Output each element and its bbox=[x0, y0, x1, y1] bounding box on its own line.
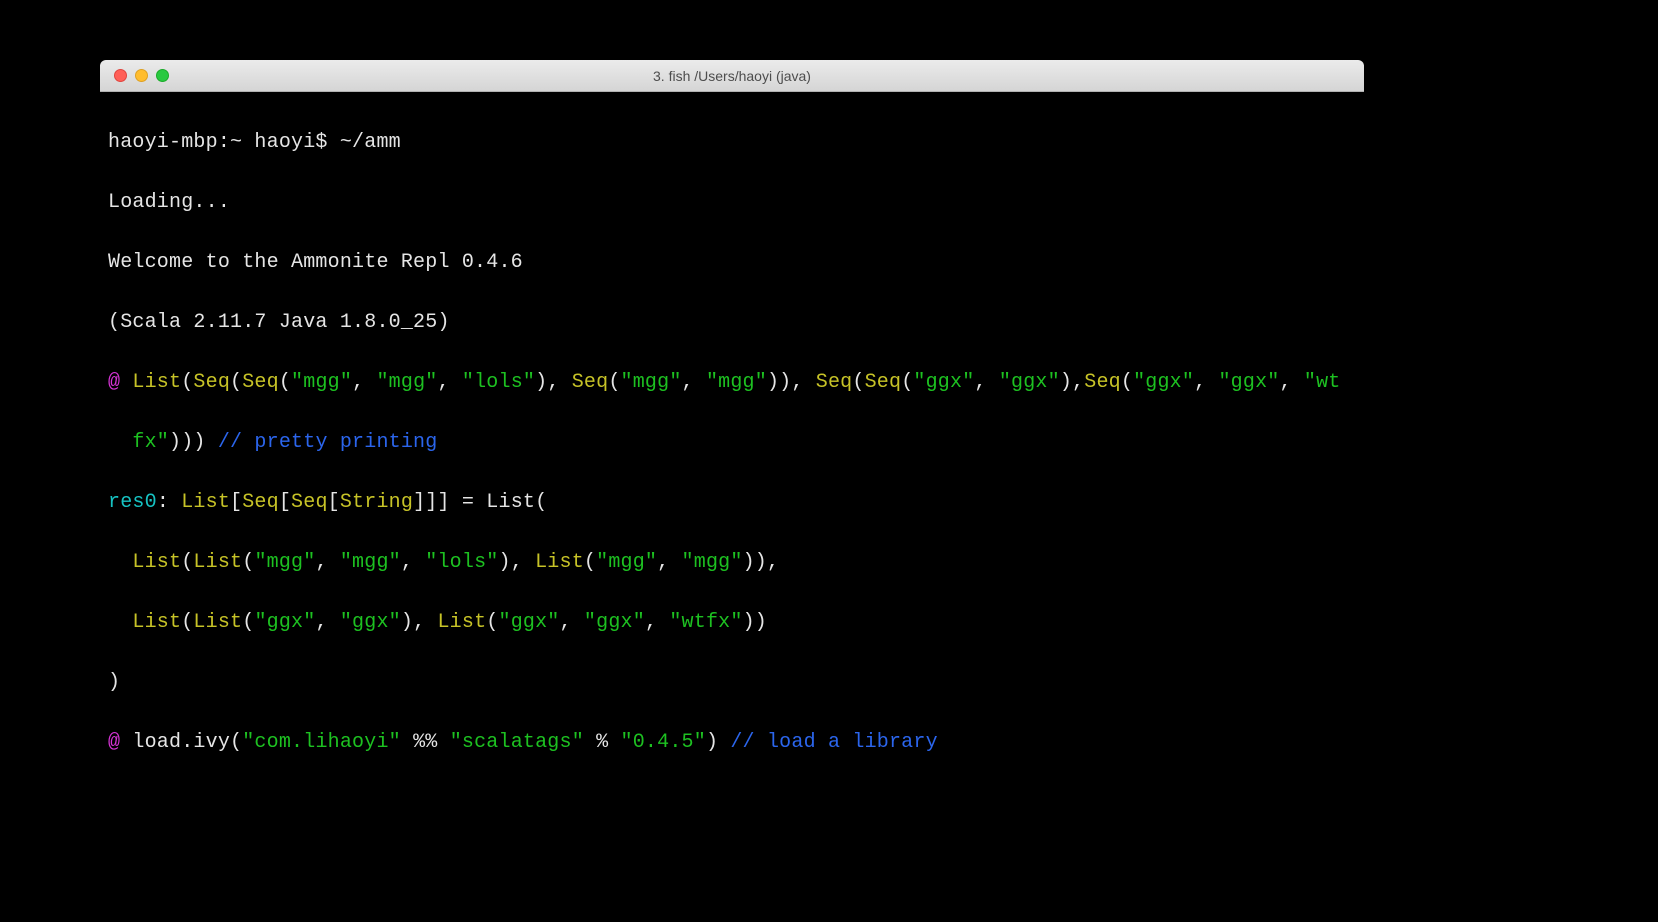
window-title-bar: 3. fish /Users/haoyi (java) bbox=[100, 60, 1364, 92]
comment-pretty: // pretty printing bbox=[206, 431, 438, 454]
shell-command: ~/amm bbox=[340, 131, 401, 154]
version-text: (Scala 2.11.7 Java 1.8.0_25) bbox=[108, 308, 1356, 338]
terminal-body[interactable]: haoyi-mbp:~ haoyi$ ~/amm Loading... Welc… bbox=[100, 92, 1364, 824]
res0-close: ) bbox=[108, 668, 1356, 698]
res0-row-2: List(List("ggx", "ggx"), List("ggx", "gg… bbox=[108, 608, 1356, 638]
shell-prompt-line: haoyi-mbp:~ haoyi$ ~/amm bbox=[108, 128, 1356, 158]
prompt-symbol: @ bbox=[108, 371, 132, 394]
input-line-1-cont: fx"))) // pretty printing bbox=[108, 428, 1356, 458]
res0-row-1: List(List("mgg", "mgg", "lols"), List("m… bbox=[108, 548, 1356, 578]
input-line-1: @ List(Seq(Seq("mgg", "mgg", "lols"), Se… bbox=[108, 368, 1356, 398]
loading-text: Loading... bbox=[108, 188, 1356, 218]
traffic-lights bbox=[100, 69, 169, 82]
close-icon[interactable] bbox=[114, 69, 127, 82]
window-title: 3. fish /Users/haoyi (java) bbox=[100, 68, 1364, 84]
maximize-icon[interactable] bbox=[156, 69, 169, 82]
shell-prompt: haoyi-mbp:~ haoyi$ bbox=[108, 131, 340, 154]
blank-line bbox=[108, 788, 1356, 818]
res0-header: res0: List[Seq[Seq[String]]] = List( bbox=[108, 488, 1356, 518]
prompt-symbol: @ bbox=[108, 731, 132, 754]
input-line-2: @ load.ivy("com.lihaoyi" %% "scalatags" … bbox=[108, 728, 1356, 758]
welcome-text: Welcome to the Ammonite Repl 0.4.6 bbox=[108, 248, 1356, 278]
terminal-window: 3. fish /Users/haoyi (java) haoyi-mbp:~ … bbox=[100, 60, 1364, 824]
comment-loadlib: // load a library bbox=[718, 731, 938, 754]
minimize-icon[interactable] bbox=[135, 69, 148, 82]
